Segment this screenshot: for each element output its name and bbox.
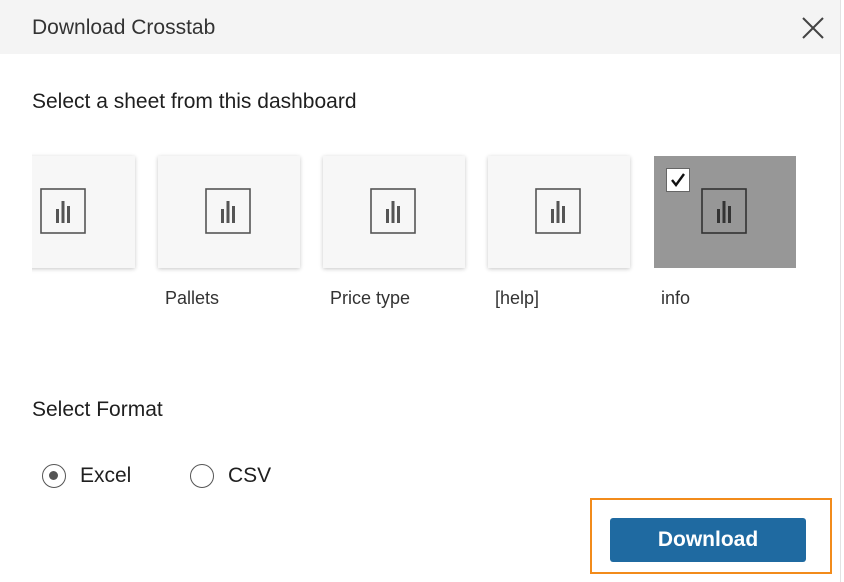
sheet-label: info	[661, 288, 691, 308]
sheet-thumbnail	[654, 156, 796, 268]
format-option-excel[interactable]: Excel	[42, 461, 131, 491]
bar-chart-icon	[40, 188, 86, 234]
background-edge	[840, 0, 844, 582]
radio-label: Excel	[80, 464, 132, 487]
format-option-csv[interactable]: CSV	[190, 461, 271, 491]
close-icon	[802, 17, 824, 39]
checkmark-icon	[671, 173, 685, 187]
sheet-option-n[interactable]: n	[32, 156, 135, 306]
sheet-label: Price type	[330, 288, 411, 308]
sheet-option-help[interactable]: [help]	[488, 156, 630, 308]
sheet-thumbnail	[323, 156, 465, 268]
sheet-option-price-type[interactable]: Price type	[323, 156, 465, 308]
sheet-thumbnail	[158, 156, 300, 268]
sheet-option-pallets[interactable]: Pallets	[158, 156, 300, 308]
sheet-label: Pallets	[165, 288, 220, 308]
dialog-title: Download Crosstab	[32, 16, 216, 39]
sheet-thumbnail	[488, 156, 630, 268]
download-button[interactable]: Download	[610, 518, 806, 562]
close-button[interactable]	[798, 13, 828, 43]
sheet-section-label: Select a sheet from this dashboard	[32, 90, 357, 113]
sheet-option-info[interactable]: info	[654, 156, 796, 308]
radio-button[interactable]	[42, 464, 66, 488]
radio-label: CSV	[228, 464, 272, 487]
sheet-thumbnail	[32, 156, 135, 268]
bar-chart-icon	[370, 188, 416, 234]
sheet-label: [help]	[495, 288, 540, 308]
format-section-label: Select Format	[32, 398, 163, 421]
bar-chart-icon	[205, 188, 251, 234]
bar-chart-icon	[535, 188, 581, 234]
radio-button[interactable]	[190, 464, 214, 488]
dialog-header: Download Crosstab	[0, 0, 840, 54]
sheet-checkbox[interactable]	[666, 168, 690, 192]
download-crosstab-dialog: Download Crosstab Select a sheet from th…	[0, 0, 840, 582]
bar-chart-icon	[701, 188, 747, 234]
sheet-carousel: n Pallets Pric	[32, 150, 840, 330]
